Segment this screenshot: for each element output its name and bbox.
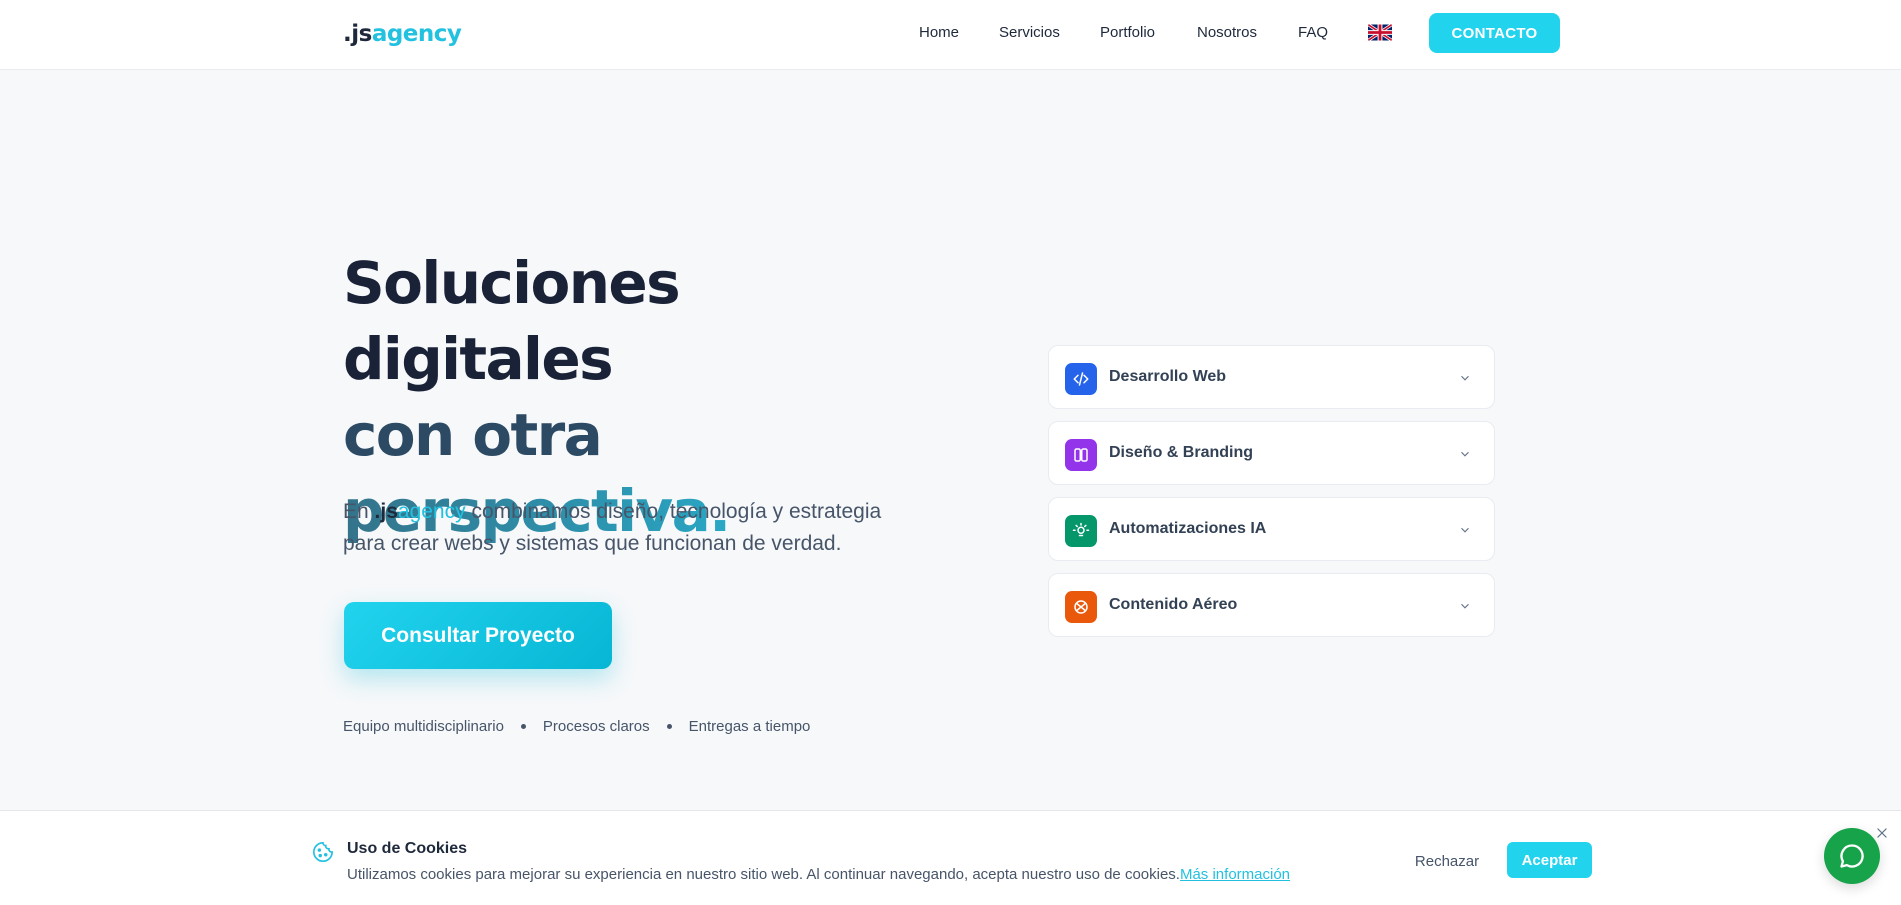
columns-icon	[1065, 439, 1097, 471]
chevron-down-icon	[1461, 527, 1469, 533]
cookie-text: Utilizamos cookies para mejorar su exper…	[347, 866, 1290, 883]
drone-icon	[1065, 591, 1097, 623]
lightbulb-icon	[1065, 515, 1097, 547]
logo-suffix: agency	[371, 21, 462, 47]
nav-faq[interactable]: FAQ	[1298, 24, 1328, 41]
cookie-title: Uso de Cookies	[347, 840, 468, 857]
desc-prefix: En	[343, 500, 375, 523]
chevron-down-icon	[1461, 451, 1469, 457]
contact-button[interactable]: CONTACTO	[1429, 13, 1560, 53]
uk-flag-icon[interactable]	[1368, 24, 1392, 41]
site-header: .jsagency Home Servicios Portfolio Nosot…	[0, 0, 1901, 70]
hero-title-line-1: Soluciones digitales	[343, 249, 681, 393]
hero-description: En .jsagency combinamos diseño, tecnolog…	[343, 496, 923, 560]
chat-bubble-icon	[1840, 844, 1864, 868]
nav-nosotros[interactable]: Nosotros	[1197, 24, 1257, 41]
bullet-dot	[666, 724, 672, 729]
nav-portfolio[interactable]: Portfolio	[1100, 24, 1155, 41]
more-info-link[interactable]: Más información	[1180, 866, 1290, 883]
cookie-icon	[313, 842, 333, 862]
feature-item: Procesos claros	[542, 718, 650, 735]
nav-home[interactable]: Home	[919, 24, 959, 41]
service-contenido-aereo[interactable]: Contenido Aéreo	[1048, 573, 1495, 637]
code-icon	[1065, 363, 1097, 395]
service-label: Desarrollo Web	[1109, 368, 1227, 385]
logo-prefix: .js	[343, 21, 372, 47]
service-label: Diseño & Branding	[1109, 444, 1254, 461]
service-diseno-branding[interactable]: Diseño & Branding	[1048, 421, 1495, 485]
desc-brand-suffix: agency	[397, 500, 466, 523]
consult-project-button[interactable]: Consultar Proyecto	[344, 602, 612, 669]
chat-button[interactable]	[1824, 828, 1880, 884]
reject-cookies-button[interactable]: Rechazar	[1400, 849, 1494, 873]
bullet-dot	[520, 724, 526, 729]
service-desarrollo-web[interactable]: Desarrollo Web	[1048, 345, 1495, 409]
desc-text-2: para crear webs y sistemas que funcionan…	[343, 532, 842, 555]
feature-item: Entregas a tiempo	[688, 718, 811, 735]
cookie-message: Utilizamos cookies para mejorar su exper…	[347, 866, 1180, 883]
service-label: Contenido Aéreo	[1109, 596, 1238, 613]
desc-brand-prefix: .js	[374, 500, 398, 523]
desc-text-1: combinamos diseño, tecnología y estrateg…	[465, 500, 882, 523]
logo[interactable]: .jsagency	[343, 21, 462, 47]
cookie-banner: Uso de Cookies Utilizamos cookies para m…	[0, 810, 1901, 905]
close-icon[interactable]	[1875, 826, 1889, 840]
hero-features: Equipo multidisciplinario Procesos claro…	[343, 718, 810, 735]
hero-title-line-2: con otra	[343, 401, 603, 469]
chevron-down-icon	[1461, 603, 1469, 609]
nav-servicios[interactable]: Servicios	[999, 24, 1060, 41]
feature-item: Equipo multidisciplinario	[343, 718, 504, 735]
service-automatizaciones-ia[interactable]: Automatizaciones IA	[1048, 497, 1495, 561]
chevron-down-icon	[1461, 375, 1469, 381]
service-label: Automatizaciones IA	[1109, 520, 1267, 537]
accept-cookies-button[interactable]: Aceptar	[1507, 842, 1592, 878]
